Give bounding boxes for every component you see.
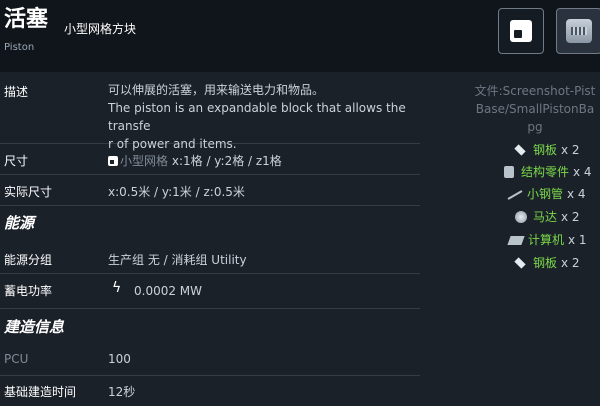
block-name-en: Piston	[4, 42, 35, 53]
component-item[interactable]: 小钢管 x 4	[507, 185, 586, 202]
component-item[interactable]: 马达 x 2	[513, 208, 580, 225]
component-qty: x 2	[561, 142, 580, 157]
header: 活塞 小型网格方块 Piston	[0, 0, 600, 72]
component-name: 计算机	[528, 233, 565, 247]
component-item[interactable]: 结构零件 x 4	[501, 163, 592, 180]
build-time-row: 基础建造时间 12秒	[0, 376, 420, 406]
lightning-icon: ϟ	[112, 280, 122, 296]
power-storage-value: 0.0002 MW	[134, 284, 203, 298]
power-storage-row: 蓄电功率 ϟ 0.0002 MW	[0, 274, 420, 309]
energy-section-title: 能源	[4, 214, 35, 232]
actual-size-row: 实际尺寸 x:0.5米 / y:1米 / z:0.5米	[0, 175, 420, 206]
actual-size-label: 实际尺寸	[4, 185, 53, 199]
small-grid-button[interactable]	[498, 8, 544, 54]
component-qty: x 4	[567, 186, 586, 201]
build-time-value: 12秒	[108, 385, 136, 399]
description-line: 可以伸展的活塞，用来输送电力和物品。	[108, 83, 325, 97]
page-title: 活塞	[4, 7, 49, 32]
component-name: 马达	[533, 210, 558, 224]
component-name: 钢板	[533, 143, 558, 157]
piston-icon	[566, 19, 592, 43]
small-grid-icon	[108, 156, 118, 166]
component-item[interactable]: 计算机 x 1	[508, 231, 587, 248]
description-row: 描述 可以伸展的活塞，用来输送电力和物品。 The piston is an e…	[0, 73, 420, 151]
motor-icon	[513, 210, 529, 223]
energy-group-value: 生产组 无 / 消耗组 Utility	[108, 253, 247, 267]
size-row: 尺寸 小型网格 x:1格 / y:2格 / z1格	[0, 144, 420, 175]
computer-icon	[508, 234, 524, 246]
energy-group-row: 能源分组 生产组 无 / 消耗组 Utility	[0, 243, 420, 274]
grid-type: 小型网格	[120, 154, 169, 168]
pcu-row: PCU 100	[0, 345, 420, 376]
block-category: 小型网格方块	[64, 22, 137, 36]
component-item[interactable]: 钢板 x 2	[513, 254, 580, 271]
component-name: 钢板	[533, 256, 558, 270]
description-line: The piston is an expandable block that a…	[108, 101, 406, 133]
description-label: 描述	[4, 85, 29, 99]
component-name: 小钢管	[527, 187, 564, 201]
pcu-label: PCU	[4, 352, 29, 366]
file-link[interactable]: 文件:Screenshot-Pist Base/SmallPistonBa pg	[470, 82, 600, 136]
component-qty: x 2	[561, 255, 580, 270]
small-grid-icon	[510, 20, 532, 42]
description-value: 可以伸展的活塞，用来输送电力和物品。 The piston is an expa…	[108, 81, 416, 153]
build-section-title: 建造信息	[4, 318, 65, 336]
construction-component-icon	[501, 165, 517, 178]
steel-plate-icon	[513, 257, 529, 269]
energy-group-label: 能源分组	[4, 253, 53, 267]
component-name: 结构零件	[521, 165, 570, 179]
component-item[interactable]: 钢板 x 2	[513, 141, 580, 158]
size-label: 尺寸	[4, 154, 29, 168]
steel-plate-icon	[513, 144, 529, 156]
power-storage-label: 蓄电功率	[4, 284, 53, 298]
size-dimensions: x:1格 / y:2格 / z1格	[171, 154, 282, 168]
component-qty: x 1	[568, 232, 587, 247]
size-value: 小型网格 x:1格 / y:2格 / z1格	[108, 152, 282, 169]
small-steel-tube-icon	[507, 188, 523, 200]
component-qty: x 2	[561, 209, 580, 224]
build-time-label: 基础建造时间	[4, 385, 77, 399]
pcu-value: 100	[108, 352, 131, 366]
block-preview-button[interactable]	[556, 8, 600, 54]
component-qty: x 4	[573, 164, 592, 179]
actual-size-value: x:0.5米 / y:1米 / z:0.5米	[108, 185, 245, 199]
